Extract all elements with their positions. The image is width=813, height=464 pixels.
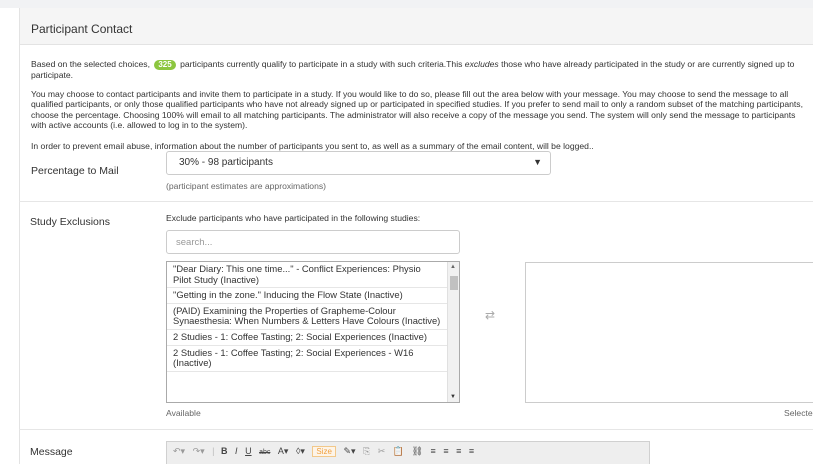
message-label: Message: [30, 446, 73, 458]
toolbar-separator: |: [212, 446, 215, 456]
available-studies-list[interactable]: "Dear Diary: This one time..." - Conflic…: [166, 261, 460, 403]
align-center-icon[interactable]: ≡: [443, 446, 448, 456]
font-size-select[interactable]: Size: [312, 446, 336, 457]
underline-button[interactable]: U: [245, 446, 252, 456]
highlight-icon[interactable]: ◊▾: [296, 446, 305, 457]
exclusions-instruction: Exclude participants who have participat…: [166, 213, 421, 223]
align-right-icon[interactable]: ≡: [456, 446, 461, 456]
available-caption: Available: [166, 408, 201, 418]
italic-button[interactable]: I: [235, 446, 238, 456]
list-scrollbar[interactable]: ▲ ▼: [447, 262, 459, 402]
undo-icon[interactable]: ↶▾: [173, 446, 185, 457]
panel-title: Participant Contact: [20, 8, 813, 45]
section-divider: [19, 201, 813, 202]
link-icon[interactable]: ⛓: [412, 446, 423, 457]
selected-studies-list[interactable]: [525, 262, 813, 403]
qualified-count-badge: 325: [154, 60, 176, 70]
abuse-notice: In order to prevent email abuse, informa…: [31, 141, 594, 151]
scroll-up-icon[interactable]: ▲: [450, 264, 456, 270]
intro-text-mid: participants currently qualify to partic…: [180, 59, 463, 69]
font-color-icon[interactable]: A▾: [278, 446, 289, 457]
align-left-icon[interactable]: ≡: [431, 446, 436, 456]
paste-icon[interactable]: 📋: [393, 446, 404, 457]
dropdown-caret-icon: ▼: [533, 157, 542, 167]
selected-caption: Selecte: [784, 408, 813, 418]
list-item[interactable]: 2 Studies - 1: Coffee Tasting; 2: Social…: [167, 346, 447, 372]
scroll-down-icon[interactable]: ▼: [450, 394, 456, 400]
strikethrough-button[interactable]: abc: [259, 449, 270, 456]
percentage-label: Percentage to Mail: [31, 165, 119, 177]
percentage-selected-value: 30% - 98 participants: [179, 157, 273, 168]
justify-icon[interactable]: ≡: [469, 446, 474, 456]
percentage-hint: (participant estimates are approximation…: [166, 181, 327, 191]
percentage-select[interactable]: 30% - 98 participants ▼: [166, 151, 551, 175]
cut-icon[interactable]: ✂: [378, 446, 386, 457]
intro-emphasis: excludes: [464, 59, 499, 69]
editor-toolbar: ↶▾ ↷▾ | B I U abc A▾ ◊▾ Size ✎▾ ⎘ ✂ 📋 ⛓ …: [166, 441, 650, 464]
swap-arrows-icon[interactable]: ⇄: [485, 308, 495, 322]
intro-text-before: Based on the selected choices,: [31, 59, 150, 69]
scroll-thumb[interactable]: [450, 276, 458, 290]
intro-paragraph: Based on the selected choices, 325 parti…: [31, 59, 811, 80]
study-search-input[interactable]: search...: [166, 230, 460, 254]
list-item[interactable]: (PAID) Examining the Properties of Graph…: [167, 304, 447, 330]
bold-button[interactable]: B: [221, 446, 228, 456]
description-paragraph: You may choose to contact participants a…: [31, 89, 803, 131]
list-item[interactable]: "Dear Diary: This one time..." - Conflic…: [167, 262, 447, 289]
redo-icon[interactable]: ↷▾: [193, 446, 205, 457]
list-item[interactable]: 2 Studies - 1: Coffee Tasting; 2: Social…: [167, 330, 447, 346]
study-exclusions-label: Study Exclusions: [30, 216, 110, 228]
copy-icon[interactable]: ⎘: [363, 446, 370, 457]
format-painter-icon[interactable]: ✎▾: [344, 446, 356, 457]
top-strip: [0, 0, 813, 8]
list-item[interactable]: "Getting in the zone." Inducing the Flow…: [167, 288, 447, 304]
section-divider: [19, 429, 813, 430]
